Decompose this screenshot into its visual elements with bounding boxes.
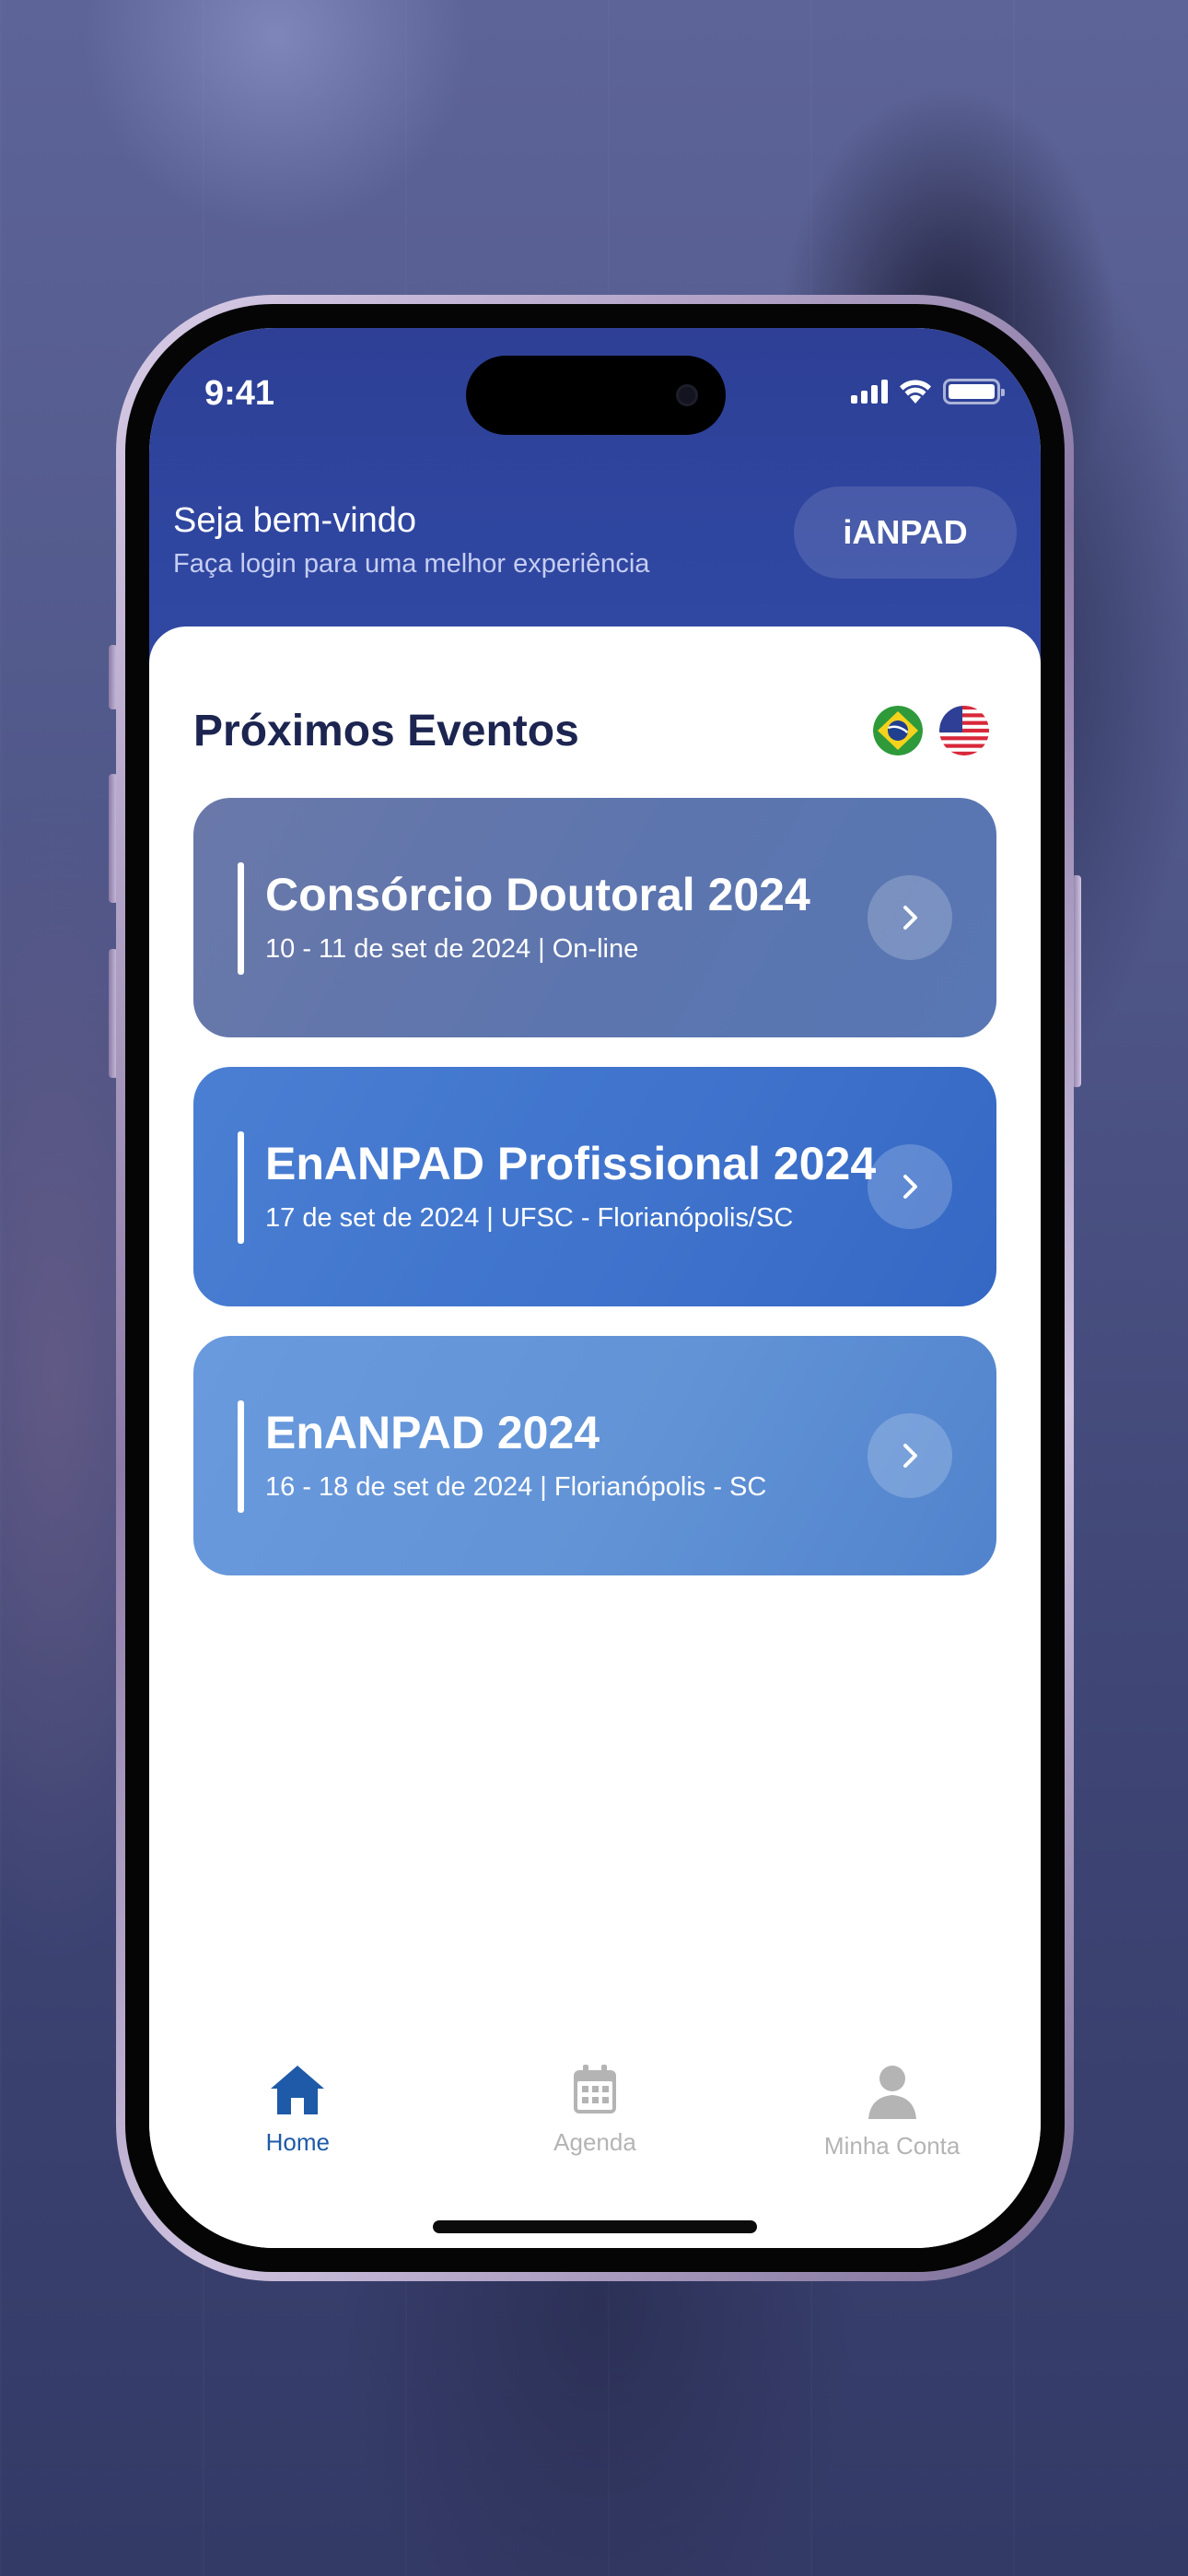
front-camera bbox=[676, 384, 698, 406]
home-indicator[interactable] bbox=[433, 2220, 757, 2233]
tab-agenda-label: Agenda bbox=[553, 2128, 636, 2156]
event-date-location: 17 de set de 2024 | UFSC - Florianópolis… bbox=[265, 1203, 794, 1233]
tab-home-label: Home bbox=[265, 2128, 330, 2156]
calendar-icon bbox=[573, 2065, 616, 2113]
chevron-right-icon[interactable] bbox=[868, 1413, 952, 1498]
tab-home[interactable]: Home bbox=[159, 2045, 436, 2193]
phone-frame: 9:41 Seja bem-vindo Faça login para uma … bbox=[116, 295, 1074, 2281]
ianpad-button[interactable]: iANPAD bbox=[794, 486, 1017, 579]
home-icon bbox=[271, 2066, 325, 2114]
event-card-enanpad-profissional[interactable]: EnANPAD Profissional 2024 17 de set de 2… bbox=[193, 1067, 996, 1306]
dynamic-island bbox=[466, 356, 726, 435]
battery-icon bbox=[943, 379, 1005, 404]
event-accent-bar bbox=[238, 862, 244, 975]
event-card-enanpad[interactable]: EnANPAD 2024 16 - 18 de set de 2024 | Fl… bbox=[193, 1336, 996, 1575]
event-title: EnANPAD 2024 bbox=[265, 1407, 600, 1458]
bottom-tab-bar: Home Agenda Minha Conta bbox=[149, 2045, 1041, 2193]
usa-flag-icon[interactable] bbox=[939, 706, 989, 755]
status-bar: 9:41 bbox=[149, 328, 1041, 457]
brazil-flag-icon[interactable] bbox=[873, 706, 923, 755]
user-icon bbox=[868, 2066, 916, 2119]
wifi-icon bbox=[900, 380, 931, 404]
events-list: Consórcio Doutoral 2024 10 - 11 de set d… bbox=[193, 798, 996, 1605]
tab-minha-conta-label: Minha Conta bbox=[823, 2132, 961, 2160]
event-date-location: 16 - 18 de set de 2024 | Florianópolis -… bbox=[265, 1472, 767, 1502]
phone-bezel: 9:41 Seja bem-vindo Faça login para uma … bbox=[125, 304, 1065, 2272]
event-accent-bar bbox=[238, 1131, 244, 1244]
chevron-right-icon[interactable] bbox=[868, 1144, 952, 1229]
section-title: Próximos Eventos bbox=[193, 707, 579, 755]
app-header: 9:41 Seja bem-vindo Faça login para uma … bbox=[149, 328, 1041, 678]
chevron-right-icon[interactable] bbox=[868, 875, 952, 960]
login-prompt[interactable]: Faça login para uma melhor experiência bbox=[173, 549, 649, 580]
event-card-consorcio-doutoral[interactable]: Consórcio Doutoral 2024 10 - 11 de set d… bbox=[193, 798, 996, 1037]
event-title: EnANPAD Profissional 2024 bbox=[265, 1138, 877, 1189]
status-time: 9:41 bbox=[204, 374, 275, 413]
status-icons bbox=[851, 378, 1005, 405]
content-sheet: Próximos Eventos Consórcio Doutoral 2024… bbox=[149, 626, 1041, 2248]
language-switcher bbox=[873, 706, 989, 755]
app-screen: 9:41 Seja bem-vindo Faça login para uma … bbox=[149, 328, 1041, 2248]
cellular-signal-icon bbox=[851, 380, 888, 404]
tab-agenda[interactable]: Agenda bbox=[457, 2045, 733, 2193]
event-accent-bar bbox=[238, 1400, 244, 1513]
tab-minha-conta[interactable]: Minha Conta bbox=[754, 2045, 1031, 2193]
welcome-title: Seja bem-vindo bbox=[173, 501, 417, 540]
event-date-location: 10 - 11 de set de 2024 | On-line bbox=[265, 934, 639, 964]
event-title: Consórcio Doutoral 2024 bbox=[265, 869, 810, 920]
